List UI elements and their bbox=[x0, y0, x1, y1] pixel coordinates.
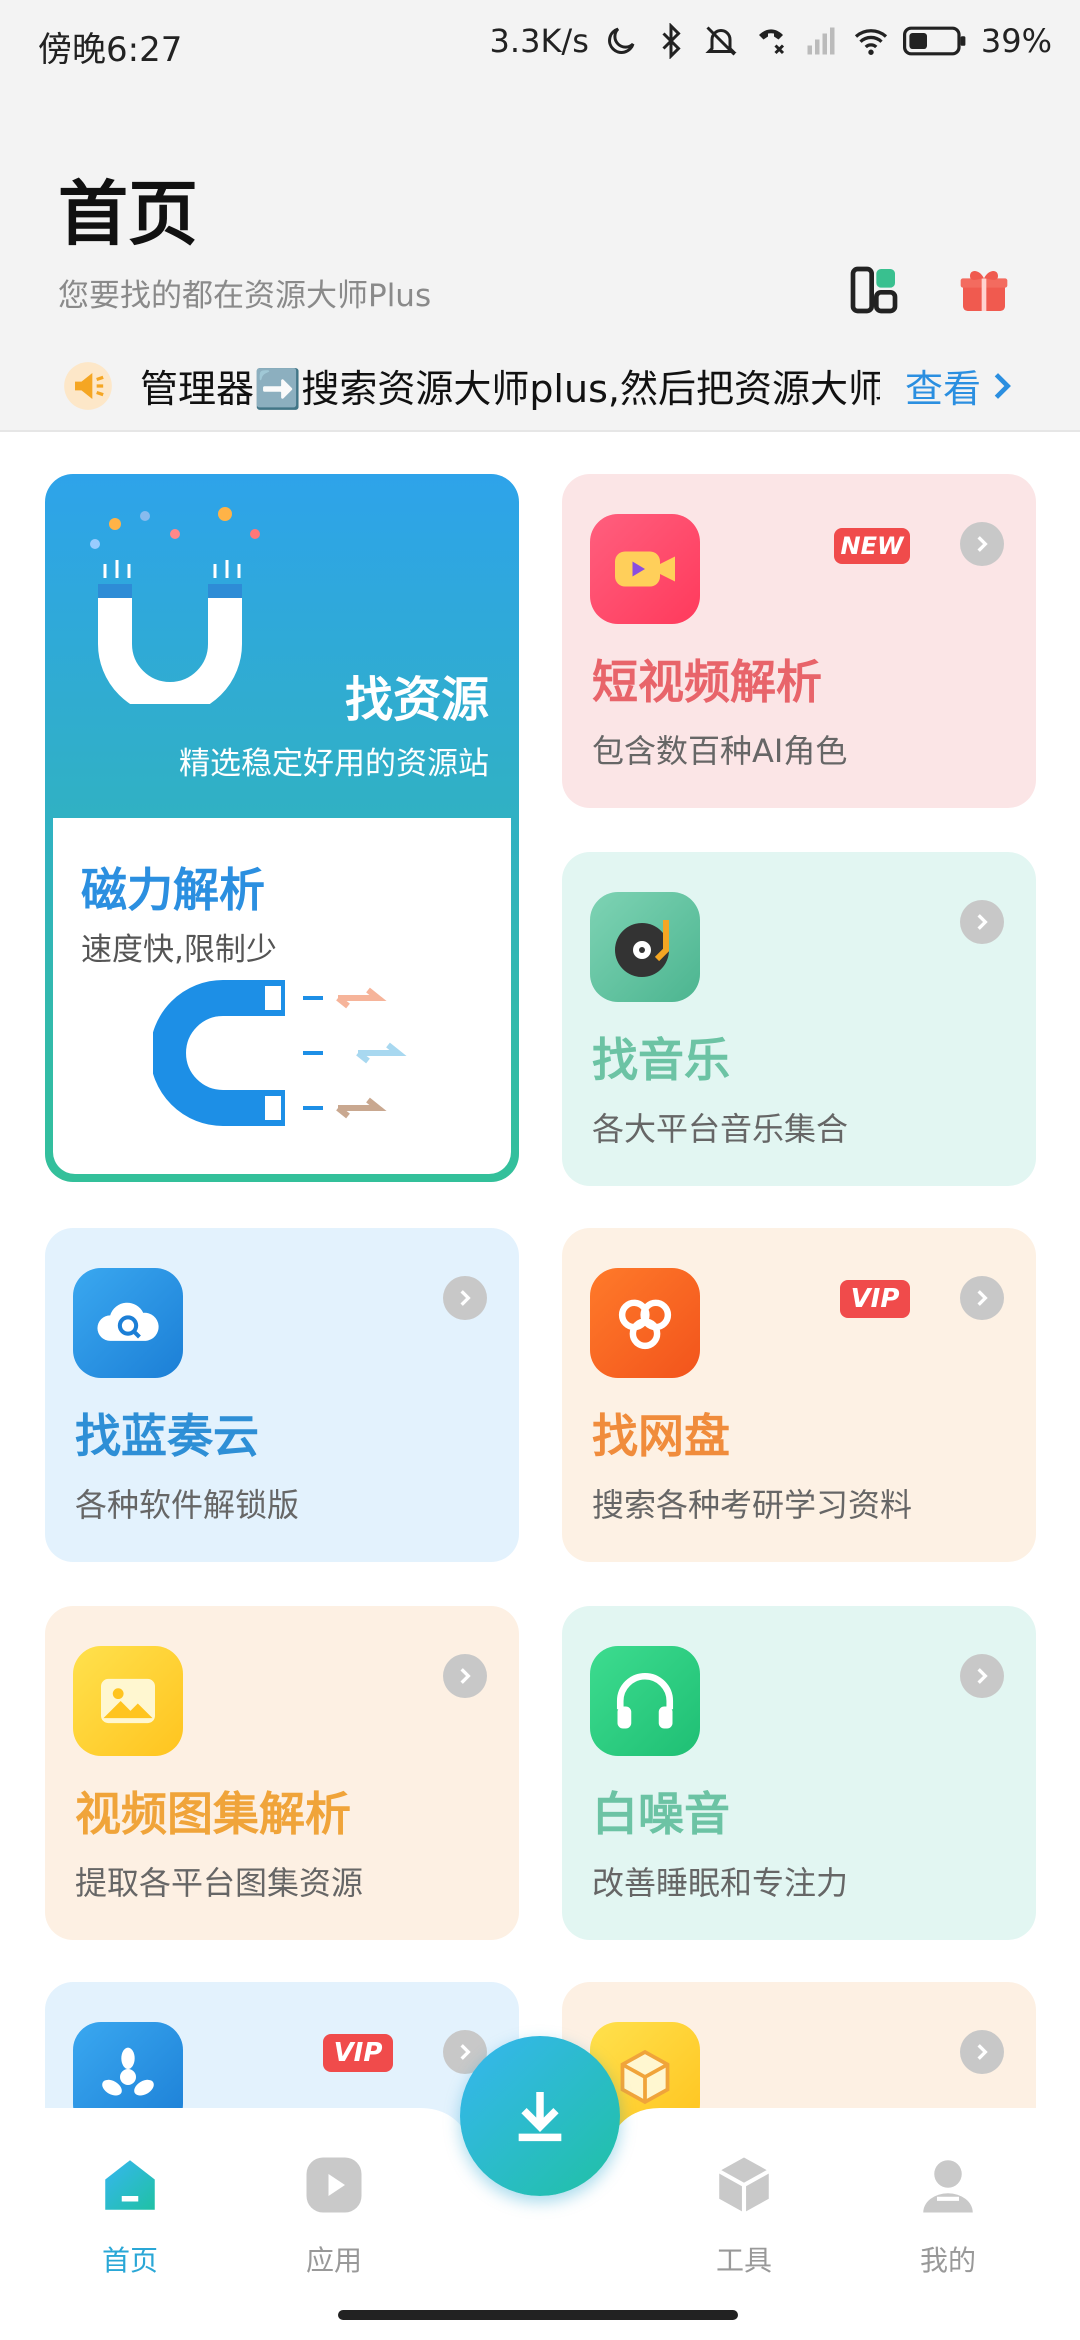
card-title: 短视频解析 bbox=[592, 655, 822, 709]
white-noise-card[interactable]: 白噪音 改善睡眠和专注力 bbox=[562, 1606, 1036, 1940]
card-desc: 改善睡眠和专注力 bbox=[592, 1864, 849, 1902]
download-button[interactable] bbox=[460, 2036, 620, 2196]
nav-apps[interactable]: 应用 bbox=[254, 2152, 414, 2279]
nav-home-label: 首页 bbox=[101, 2244, 158, 2277]
chevron-right-icon bbox=[994, 372, 1011, 399]
card-desc: 提取各平台图集资源 bbox=[75, 1864, 364, 1902]
nav-apps-label: 应用 bbox=[305, 2244, 362, 2277]
card-desc: 搜索各种考研学习资料 bbox=[592, 1486, 913, 1524]
nav-profile[interactable]: 我的 bbox=[868, 2152, 1028, 2279]
card-title: 白噪音 bbox=[592, 1787, 730, 1841]
page-title: 首页 bbox=[58, 173, 198, 255]
status-time: 傍晚6:27 bbox=[38, 30, 183, 70]
gallery-card[interactable]: 视频图集解析 提取各平台图集资源 bbox=[45, 1606, 519, 1940]
nav-tools[interactable]: 工具 bbox=[664, 2152, 824, 2279]
card-title: 找音乐 bbox=[592, 1033, 730, 1087]
download-icon bbox=[518, 2092, 562, 2142]
box-icon bbox=[718, 2157, 770, 2213]
vip-badge: VIP bbox=[840, 1280, 910, 1318]
netdisk-card[interactable]: VIP 找网盘 搜索各种考研学习资料 bbox=[562, 1228, 1036, 1562]
status-bar: 傍晚6:27 3.3K/s 39% bbox=[0, 0, 1080, 92]
magnet-parse-desc: 速度快,限制少 bbox=[81, 932, 277, 968]
magnet-parse-panel[interactable]: 磁力解析 速度快,限制少 bbox=[53, 818, 511, 1174]
network-speed: 3.3K/s bbox=[489, 22, 589, 60]
user-icon bbox=[923, 2160, 973, 2213]
notice-more-link[interactable]: 查看 bbox=[905, 358, 1013, 413]
battery-icon bbox=[902, 26, 966, 56]
video-camera-icon bbox=[590, 514, 700, 624]
lanzou-card[interactable]: 找蓝奏云 各种软件解锁版 bbox=[45, 1228, 519, 1562]
bluetooth-icon bbox=[662, 23, 681, 59]
home-indicator[interactable] bbox=[338, 2310, 738, 2320]
magnet-parse-title: 磁力解析 bbox=[81, 863, 265, 917]
moon-icon bbox=[607, 27, 635, 54]
new-badge: NEW bbox=[834, 528, 910, 564]
battery-percent: 39% bbox=[980, 22, 1052, 60]
card-arrow-icon bbox=[443, 1276, 487, 1320]
short-video-card[interactable]: NEW 短视频解析 包含数百种AI角色 bbox=[562, 474, 1036, 808]
notice-bar[interactable]: 管理器➡️搜索资源大师plus,然后把资源大师 查看 bbox=[0, 338, 1080, 434]
card-desc: 各种软件解锁版 bbox=[75, 1486, 300, 1524]
magnet-u-icon bbox=[90, 507, 260, 704]
card-desc: 各大平台音乐集合 bbox=[592, 1110, 849, 1148]
vinyl-record-icon bbox=[590, 892, 700, 1002]
headphones-icon bbox=[590, 1646, 700, 1756]
layout-grid-icon[interactable] bbox=[846, 262, 902, 318]
status-icons: 3.3K/s 39% bbox=[490, 22, 1052, 60]
music-card[interactable]: 找音乐 各大平台音乐集合 bbox=[562, 852, 1036, 1186]
find-resource-desc: 精选稳定好用的资源站 bbox=[179, 746, 489, 782]
card-arrow-icon bbox=[960, 522, 1004, 566]
find-resource-card[interactable]: 找资源 精选稳定好用的资源站 磁力解析 速度快,限制少 bbox=[45, 474, 519, 1182]
play-icon bbox=[306, 2157, 362, 2213]
nav-home[interactable]: 首页 bbox=[50, 2152, 210, 2279]
wifi-icon bbox=[854, 29, 887, 55]
image-icon bbox=[73, 1646, 183, 1756]
baidu-netdisk-icon bbox=[590, 1268, 700, 1378]
vip-badge: VIP bbox=[323, 2034, 393, 2072]
card-arrow-icon bbox=[960, 1654, 1004, 1698]
cloud-search-icon bbox=[73, 1268, 183, 1378]
card-arrow-icon bbox=[960, 900, 1004, 944]
speaker-icon bbox=[64, 362, 112, 410]
nav-profile-label: 我的 bbox=[919, 2244, 976, 2277]
card-arrow-icon bbox=[960, 2030, 1004, 2074]
notice-more-label: 查看 bbox=[905, 367, 982, 411]
home-icon bbox=[105, 2160, 155, 2210]
nav-tools-label: 工具 bbox=[715, 2244, 772, 2277]
call-off-icon bbox=[758, 29, 784, 55]
card-arrow-icon bbox=[443, 1654, 487, 1698]
card-title: 找蓝奏云 bbox=[75, 1409, 259, 1463]
page-subtitle: 您要找的都在资源大师Plus bbox=[58, 278, 432, 314]
notice-text: 管理器➡️搜索资源大师plus,然后把资源大师 bbox=[140, 367, 880, 411]
card-desc: 包含数百种AI角色 bbox=[592, 732, 848, 770]
card-title: 找网盘 bbox=[592, 1409, 730, 1463]
gift-icon[interactable] bbox=[956, 262, 1012, 318]
mute-bell-icon bbox=[705, 26, 737, 56]
magnet-icon bbox=[153, 980, 407, 1126]
find-resource-title: 找资源 bbox=[344, 672, 489, 728]
card-title: 视频图集解析 bbox=[75, 1787, 351, 1841]
card-arrow-icon bbox=[960, 1276, 1004, 1320]
signal-icon bbox=[807, 27, 835, 55]
